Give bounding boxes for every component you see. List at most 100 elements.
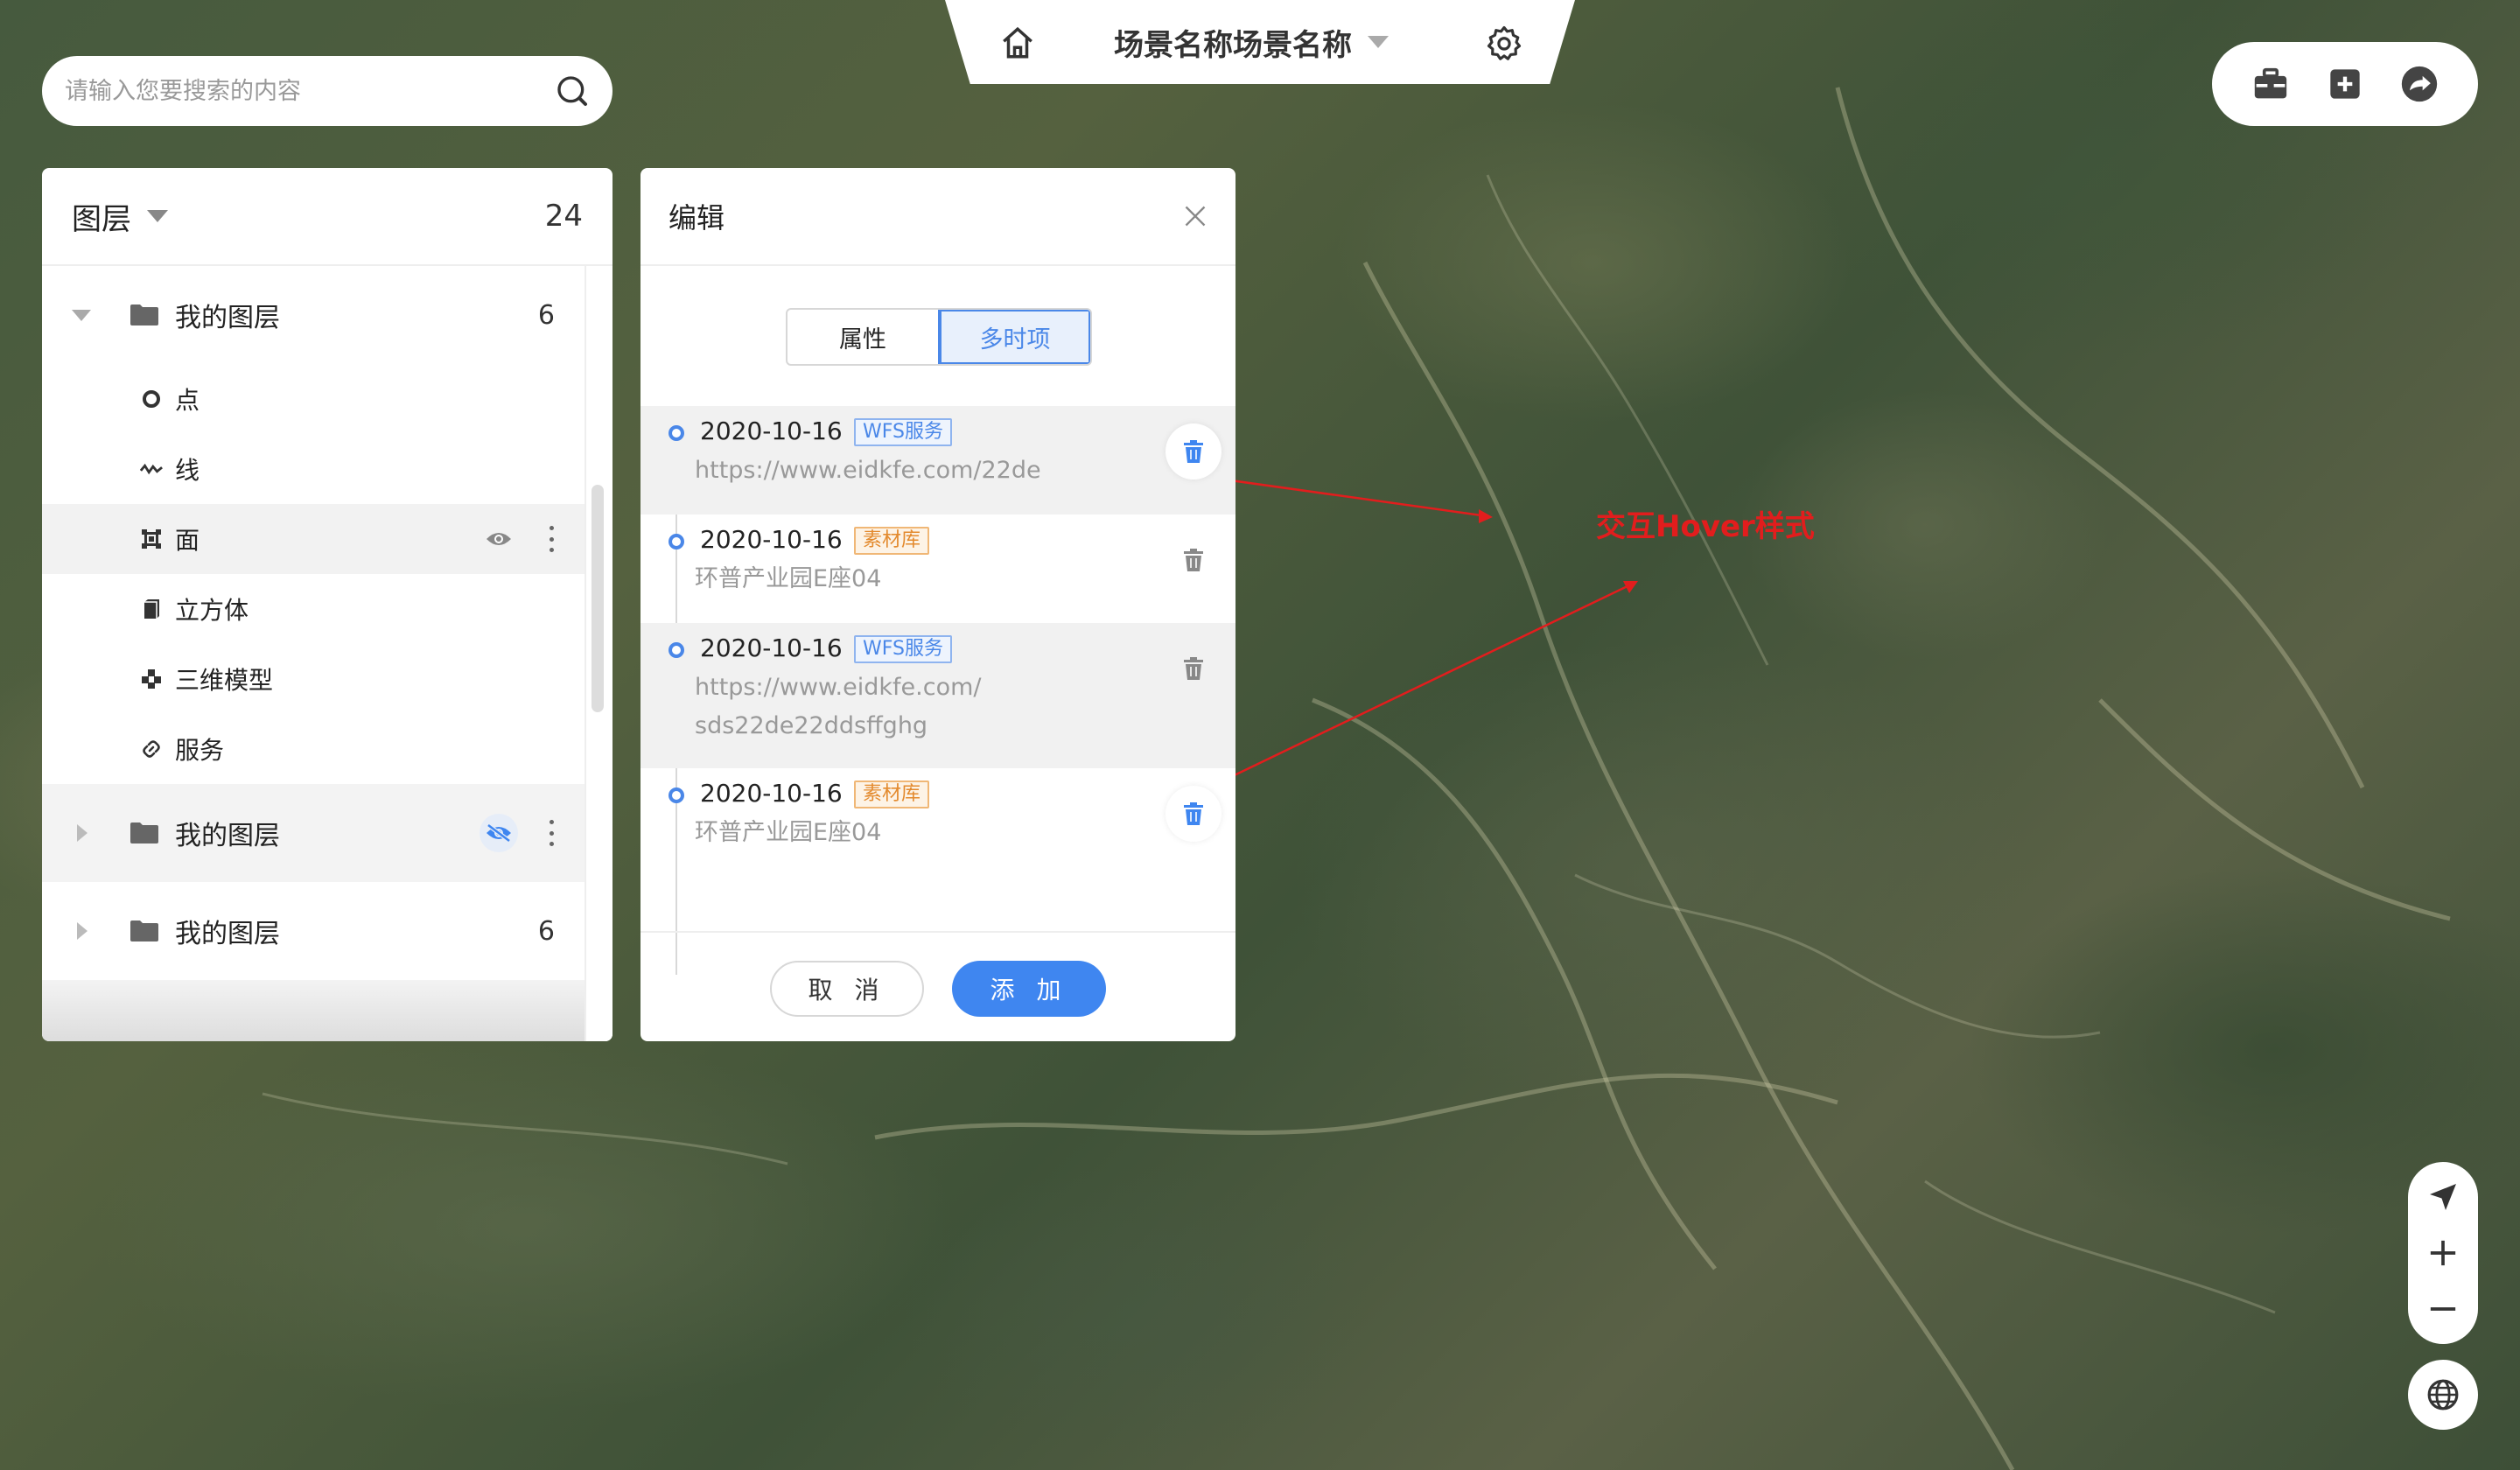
- zoom-out-icon: [2430, 1307, 2456, 1311]
- list-fade: [42, 980, 584, 1041]
- zoom-in-icon: [2430, 1240, 2456, 1266]
- expand-icon[interactable]: [77, 922, 88, 940]
- visibility-toggle[interactable]: [480, 520, 518, 558]
- zoom-in-button[interactable]: [2422, 1232, 2464, 1274]
- close-icon[interactable]: [1183, 204, 1208, 228]
- locate-icon: [2430, 1184, 2456, 1210]
- layer-group-label: 我的图层: [175, 919, 280, 949]
- item-date: 2020-10-16: [700, 634, 843, 662]
- layers-list: 我的图层 6 点 线 面 立方体 三维模型 服务 我的图层 我的图层 6: [42, 266, 612, 1041]
- hover-annotation: 交互Hover样式: [1596, 509, 1815, 544]
- add-button[interactable]: 添 加: [952, 961, 1106, 1017]
- model-icon: [140, 668, 163, 690]
- item-source: https://www.eidkfe.com/: [695, 674, 982, 701]
- item-source: 环普产业园E座04: [695, 565, 882, 592]
- more-icon[interactable]: [548, 526, 555, 552]
- globe-icon: [2427, 1379, 2459, 1410]
- share-button[interactable]: [2398, 63, 2440, 105]
- delete-button[interactable]: [1166, 424, 1222, 480]
- cancel-button[interactable]: 取 消: [770, 961, 924, 1017]
- timeline-item[interactable]: 2020-10-16 素材库 环普产业园E座04: [640, 514, 1236, 623]
- chevron-down-icon[interactable]: [147, 210, 168, 222]
- tab-properties[interactable]: 属性: [788, 310, 938, 364]
- layer-group[interactable]: 我的图层: [42, 784, 584, 882]
- timeline-dot: [668, 642, 684, 658]
- trash-icon: [1184, 440, 1203, 463]
- item-date: 2020-10-16: [700, 525, 843, 554]
- collapse-icon[interactable]: [72, 309, 91, 321]
- scrollbar-thumb[interactable]: [592, 485, 604, 712]
- item-tag: WFS服务: [854, 635, 952, 663]
- polygon-icon: [140, 528, 163, 550]
- chevron-down-icon[interactable]: [1368, 36, 1389, 48]
- timeline-item[interactable]: 2020-10-16 WFS服务 https://www.eidkfe.com/…: [640, 406, 1236, 514]
- zoom-out-button[interactable]: [2422, 1288, 2464, 1330]
- globe-button[interactable]: [2408, 1360, 2478, 1430]
- item-source: 环普产业园E座04: [695, 819, 882, 846]
- delete-button[interactable]: [1166, 786, 1222, 842]
- trash-icon: [1184, 549, 1203, 571]
- visibility-toggle[interactable]: [480, 814, 518, 852]
- layer-group[interactable]: 我的图层 6: [42, 266, 584, 364]
- timeline-item[interactable]: 2020-10-16 WFS服务 https://www.eidkfe.com/…: [640, 623, 1236, 768]
- edit-header: 编辑: [640, 168, 1236, 266]
- row-actions: [480, 814, 555, 852]
- layer-item-polygon[interactable]: 面: [42, 504, 584, 574]
- more-icon[interactable]: [548, 820, 555, 846]
- home-icon[interactable]: [999, 24, 1036, 61]
- layer-group-label: 我的图层: [175, 821, 280, 851]
- layers-panel: 图层 24 我的图层 6 点 线 面 立方体 三维模型 服务 我的图层 我的图层…: [42, 168, 612, 1041]
- timeline-dot: [668, 788, 684, 803]
- tab-multi-temporal[interactable]: 多时项: [938, 310, 1090, 364]
- layer-item-service[interactable]: 服务: [42, 714, 584, 784]
- layers-count: 24: [544, 199, 583, 234]
- layer-item-label: 面: [175, 526, 200, 555]
- layer-group-label: 我的图层: [175, 303, 280, 333]
- toolbox-button[interactable]: [2250, 63, 2292, 105]
- item-source: https://www.eidkfe.com/22de: [695, 457, 1041, 484]
- item-date: 2020-10-16: [700, 779, 843, 808]
- item-tag: 素材库: [854, 780, 930, 808]
- layer-item-point[interactable]: 点: [42, 364, 584, 434]
- add-button[interactable]: [2324, 63, 2366, 105]
- search-input[interactable]: [65, 77, 555, 105]
- polyline-icon: [140, 458, 163, 480]
- search-icon[interactable]: [555, 74, 590, 108]
- item-tag: WFS服务: [854, 418, 952, 446]
- layer-item-label: 点: [175, 386, 200, 415]
- timeline-dot: [668, 425, 684, 441]
- folder-icon: [130, 920, 158, 942]
- layer-item-label: 立方体: [175, 596, 249, 625]
- timeline-dot: [668, 534, 684, 550]
- folder-icon: [130, 822, 158, 844]
- delete-button[interactable]: [1166, 640, 1222, 696]
- layer-item-label: 三维模型: [175, 666, 274, 695]
- expand-icon[interactable]: [77, 824, 88, 842]
- gear-icon[interactable]: [1486, 24, 1522, 61]
- toolbox-icon: [2254, 67, 2286, 99]
- folder-icon: [130, 304, 158, 326]
- layer-item-3d-model[interactable]: 三维模型: [42, 644, 584, 714]
- eye-off-icon: [486, 823, 511, 843]
- row-actions: [480, 520, 555, 558]
- trash-icon: [1184, 657, 1203, 680]
- delete-button[interactable]: [1166, 532, 1222, 588]
- item-date: 2020-10-16: [700, 416, 843, 445]
- layer-item-cube[interactable]: 立方体: [42, 574, 584, 644]
- layer-item-label: 服务: [175, 736, 225, 765]
- layer-group[interactable]: 我的图层 6: [42, 882, 584, 980]
- locate-button[interactable]: [2422, 1176, 2464, 1218]
- share-icon: [2402, 66, 2438, 102]
- timeline-item[interactable]: 2020-10-16 素材库 环普产业园E座04: [640, 768, 1236, 877]
- scene-title-bar: 场景名称场景名称: [945, 0, 1575, 84]
- layer-item-line[interactable]: 线: [42, 434, 584, 504]
- cube-icon: [140, 598, 163, 620]
- layers-title[interactable]: 图层: [72, 195, 131, 238]
- edit-title: 编辑: [668, 201, 725, 234]
- top-right-toolbar: [2212, 42, 2478, 126]
- scene-title[interactable]: 场景名称场景名称: [1114, 21, 1352, 64]
- edit-footer: 取 消 添 加: [640, 931, 1236, 1041]
- layer-item-label: 线: [175, 456, 200, 485]
- search-box: [42, 56, 612, 126]
- link-icon: [140, 738, 163, 760]
